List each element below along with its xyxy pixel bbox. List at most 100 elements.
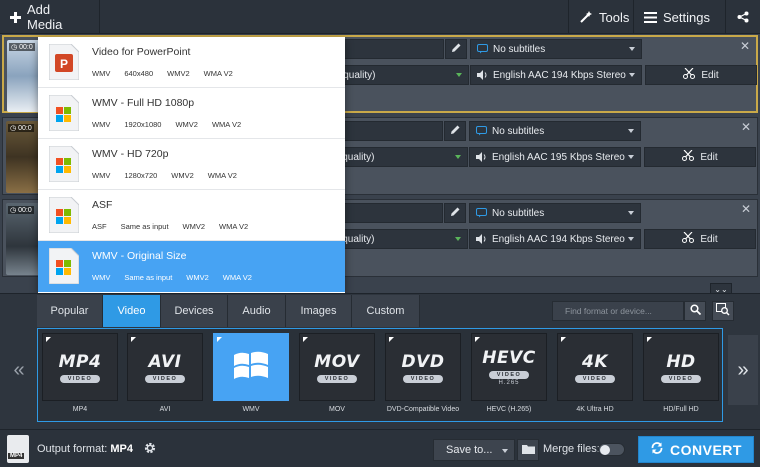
spec-resolution: Same as input: [124, 273, 173, 282]
audio-select[interactable]: English AAC 194 Kbps Stereo: [469, 229, 641, 249]
video-thumbnail[interactable]: ◷ 00:0: [6, 203, 42, 275]
preset-item-selected[interactable]: WMV - Original Size WMV Same as input WM…: [38, 241, 345, 292]
spec-video-codec: WMV2: [167, 69, 190, 78]
chevron-down-icon: [456, 73, 462, 77]
edit-button[interactable]: Edit: [645, 65, 757, 85]
format-tile-avi[interactable]: AVI VIDEO AVI: [127, 333, 203, 419]
tab-images[interactable]: Images: [286, 295, 352, 327]
duration-badge: ◷ 00:0: [8, 124, 34, 132]
preset-dropdown: P Video for PowerPoint WMV 640x480 WMV2 …: [38, 37, 345, 293]
duration-badge: ◷ 00:0: [8, 206, 34, 214]
spec-container: ASF: [92, 222, 107, 231]
subtitles-select[interactable]: No subtitles: [470, 39, 642, 59]
format-pill: VIDEO: [660, 374, 702, 383]
windows-icon: [48, 145, 80, 183]
settings-button[interactable]: Settings: [634, 0, 726, 34]
plus-icon: [10, 11, 21, 23]
edit-button[interactable]: Edit: [644, 229, 756, 249]
format-tile-mp4[interactable]: MP4 VIDEO MP4: [42, 333, 118, 419]
corner-marker-icon: [647, 337, 652, 342]
bottom-bar: MP4 Output format: MP4 Save to... Merge …: [0, 429, 760, 467]
format-tile-hd[interactable]: HD VIDEO HD/Full HD: [643, 333, 719, 419]
format-pill: VIDEO: [574, 374, 616, 383]
tab-popular[interactable]: Popular: [37, 295, 103, 327]
format-label: HD/Full HD: [663, 406, 699, 413]
tab-video[interactable]: Video: [103, 295, 161, 327]
spec-audio-codec: WMA V2: [203, 69, 233, 78]
preset-item[interactable]: WMV - Full HD 1080p WMV 1920x1080 WMV2 W…: [38, 88, 345, 139]
rename-button[interactable]: [444, 203, 466, 223]
search-button[interactable]: [684, 301, 706, 321]
format-pill: VIDEO: [316, 374, 358, 383]
format-tile-hevc[interactable]: HEVC VIDEO H.265 HEVC (H.265): [471, 333, 547, 419]
format-tile-dvd[interactable]: DVD VIDEO DVD-Compatible Video: [385, 333, 461, 419]
audio-select[interactable]: English AAC 194 Kbps Stereo: [470, 65, 642, 85]
open-folder-button[interactable]: [517, 439, 539, 461]
tab-devices[interactable]: Devices: [161, 295, 228, 327]
preset-item[interactable]: ASF ASF Same as input WMV2 WMA V2: [38, 190, 345, 241]
output-settings-button[interactable]: [143, 441, 157, 458]
rename-button[interactable]: [445, 39, 467, 59]
audio-select[interactable]: English AAC 195 Kbps Stereo: [469, 147, 641, 167]
format-tiles: MP4 VIDEO MP4 AVI VIDEO AVI WMV MOV VIDEO M…: [37, 328, 723, 422]
preset-item[interactable]: WMV - HD 720p WMV 1280x720 WMV2 WMA V2: [38, 139, 345, 190]
preset-item[interactable]: P Video for PowerPoint WMV 640x480 WMV2 …: [38, 37, 345, 88]
add-media-button[interactable]: Add Media: [0, 0, 100, 34]
save-to-select[interactable]: Save to...: [433, 439, 515, 461]
gear-icon: [143, 442, 157, 458]
output-label-text: Output format:: [37, 443, 108, 455]
subtitles-select[interactable]: No subtitles: [469, 121, 641, 141]
tools-button[interactable]: Tools: [568, 0, 634, 34]
format-logo: HEVC: [482, 348, 536, 368]
format-tile-4k[interactable]: 4K VIDEO 4K Ultra HD: [557, 333, 633, 419]
chevron-down-icon: [628, 129, 634, 133]
clock-icon: ◷: [10, 207, 17, 214]
close-icon[interactable]: ✕: [741, 120, 751, 134]
duration-badge: ◷ 00:0: [9, 43, 35, 51]
format-tile-wmv[interactable]: WMV: [213, 333, 289, 419]
format-logo: MP4: [58, 351, 102, 372]
tab-custom[interactable]: Custom: [352, 295, 420, 327]
format-label: AVI: [159, 406, 171, 413]
subtitles-select[interactable]: No subtitles: [469, 203, 641, 223]
format-search-input[interactable]: Find format or device...: [552, 301, 684, 321]
format-panel: Popular Video Devices Audio Images Custo…: [0, 293, 760, 429]
video-thumbnail[interactable]: ◷ 00:0: [6, 121, 42, 193]
close-icon[interactable]: ✕: [740, 39, 750, 53]
folder-icon: [521, 444, 535, 457]
chevron-down-icon: [628, 237, 634, 241]
speaker-icon: [476, 152, 487, 162]
format-tile-mov[interactable]: MOV VIDEO MOV: [299, 333, 375, 419]
magic-wand-icon: [579, 10, 593, 24]
output-format-label: Output format: MP4: [37, 443, 133, 455]
share-button[interactable]: [726, 0, 760, 34]
spec-container: WMV: [92, 120, 111, 129]
format-label: WMV: [242, 406, 260, 413]
format-label: DVD-Compatible Video: [386, 406, 460, 413]
preset-title: WMV - HD 720p: [92, 148, 169, 160]
double-chevron-left-icon: «: [13, 358, 25, 381]
preset-title: Video for PowerPoint: [92, 46, 191, 58]
chevron-down-icon: [628, 155, 634, 159]
windows-icon: [48, 196, 80, 234]
preset-title: ASF: [92, 199, 113, 211]
duration-text: 00:0: [19, 43, 33, 51]
chevron-down-icon: [455, 237, 461, 241]
format-pill: VIDEO: [59, 374, 101, 383]
scroll-right-button[interactable]: »: [728, 335, 758, 405]
scroll-left-button[interactable]: «: [4, 335, 34, 405]
spec-video-codec: WMV2: [171, 171, 194, 180]
preset-title: WMV - Original Size: [92, 250, 187, 262]
rename-button[interactable]: [444, 121, 466, 141]
windows-icon: [48, 94, 80, 132]
tab-audio[interactable]: Audio: [228, 295, 286, 327]
scissors-icon: [682, 231, 695, 246]
close-icon[interactable]: ✕: [741, 202, 751, 216]
spec-video-codec: WMV2: [175, 120, 198, 129]
edit-button[interactable]: Edit: [644, 147, 756, 167]
detect-device-button[interactable]: [712, 301, 734, 321]
merge-files-toggle[interactable]: [598, 443, 625, 456]
scissors-icon: [683, 67, 696, 82]
corner-marker-icon: [303, 337, 308, 342]
convert-button[interactable]: CONVERT: [638, 436, 754, 463]
